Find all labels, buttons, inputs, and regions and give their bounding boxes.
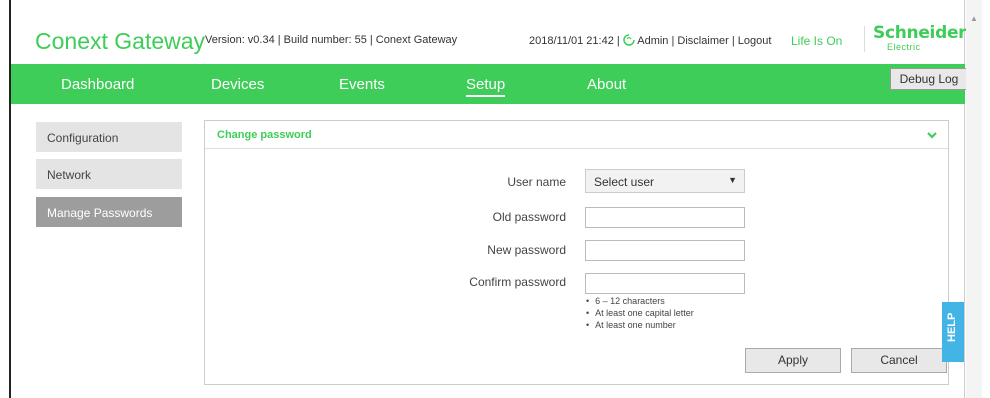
version-info: Version: v0.34 | Build number: 55 | Cone…: [205, 34, 458, 46]
separator: |: [671, 35, 675, 47]
nav-devices[interactable]: Devices: [211, 76, 264, 93]
app-frame: Conext Gateway Version: v0.34 | Build nu…: [9, 0, 968, 398]
change-password-panel: Change password User name Select user ▼ …: [204, 120, 949, 385]
app-title: Conext Gateway: [35, 28, 206, 54]
dropdown-arrow-icon: ▼: [728, 175, 737, 185]
chevron-down-icon[interactable]: [926, 129, 938, 141]
debug-log-button[interactable]: Debug Log: [890, 68, 968, 90]
logo-line-1: Schneider: [873, 23, 967, 43]
cancel-button[interactable]: Cancel: [851, 348, 947, 373]
sidebar-item-configuration[interactable]: Configuration: [36, 122, 182, 152]
datetime: 2018/11/01 21:42 |: [529, 35, 620, 47]
old-password-input[interactable]: [585, 207, 745, 228]
sidebar-item-manage-passwords[interactable]: Manage Passwords: [36, 197, 182, 227]
rule-item: At least one number: [586, 319, 694, 331]
admin-link[interactable]: Admin: [637, 35, 668, 47]
panel-header[interactable]: Change password: [205, 121, 948, 149]
top-info-bar: 2018/11/01 21:42 | Admin | Disclaimer | …: [529, 34, 771, 47]
nav-dashboard[interactable]: Dashboard: [61, 76, 134, 93]
header: Conext Gateway Version: v0.34 | Build nu…: [11, 0, 967, 54]
schneider-logo: Schneider Electric: [873, 23, 967, 54]
scrollbar[interactable]: ▲: [966, 0, 982, 398]
user-select-value: Select user: [594, 175, 655, 189]
user-icon: [623, 34, 635, 46]
life-is-on-tagline: Life Is On: [791, 34, 843, 48]
new-password-label: New password: [487, 243, 566, 257]
panel-title: Change password: [217, 129, 312, 141]
disclaimer-link[interactable]: Disclaimer: [677, 35, 728, 47]
user-select[interactable]: Select user ▼: [585, 169, 745, 193]
header-divider: [864, 26, 865, 52]
old-password-label: Old password: [492, 210, 566, 224]
nav-events[interactable]: Events: [339, 76, 385, 93]
user-name-label: User name: [507, 175, 566, 189]
confirm-password-input[interactable]: [585, 273, 745, 294]
confirm-password-label: Confirm password: [469, 275, 566, 289]
sidebar-item-network[interactable]: Network: [36, 159, 182, 189]
apply-button[interactable]: Apply: [745, 348, 841, 373]
help-tab[interactable]: HELP: [942, 302, 964, 362]
main-nav: Dashboard Devices Events Setup About: [11, 64, 965, 104]
logo-line-2: Electric: [887, 42, 921, 52]
nav-about[interactable]: About: [587, 76, 626, 93]
logout-link[interactable]: Logout: [738, 35, 772, 47]
scroll-up-arrow-icon[interactable]: ▲: [970, 14, 978, 23]
password-rules: 6 – 12 characters At least one capital l…: [586, 295, 694, 331]
new-password-input[interactable]: [585, 240, 745, 261]
nav-setup[interactable]: Setup: [466, 76, 506, 97]
rule-item: 6 – 12 characters: [586, 295, 694, 307]
rule-item: At least one capital letter: [586, 307, 694, 319]
separator: |: [731, 35, 735, 47]
help-label: HELP: [946, 312, 958, 342]
